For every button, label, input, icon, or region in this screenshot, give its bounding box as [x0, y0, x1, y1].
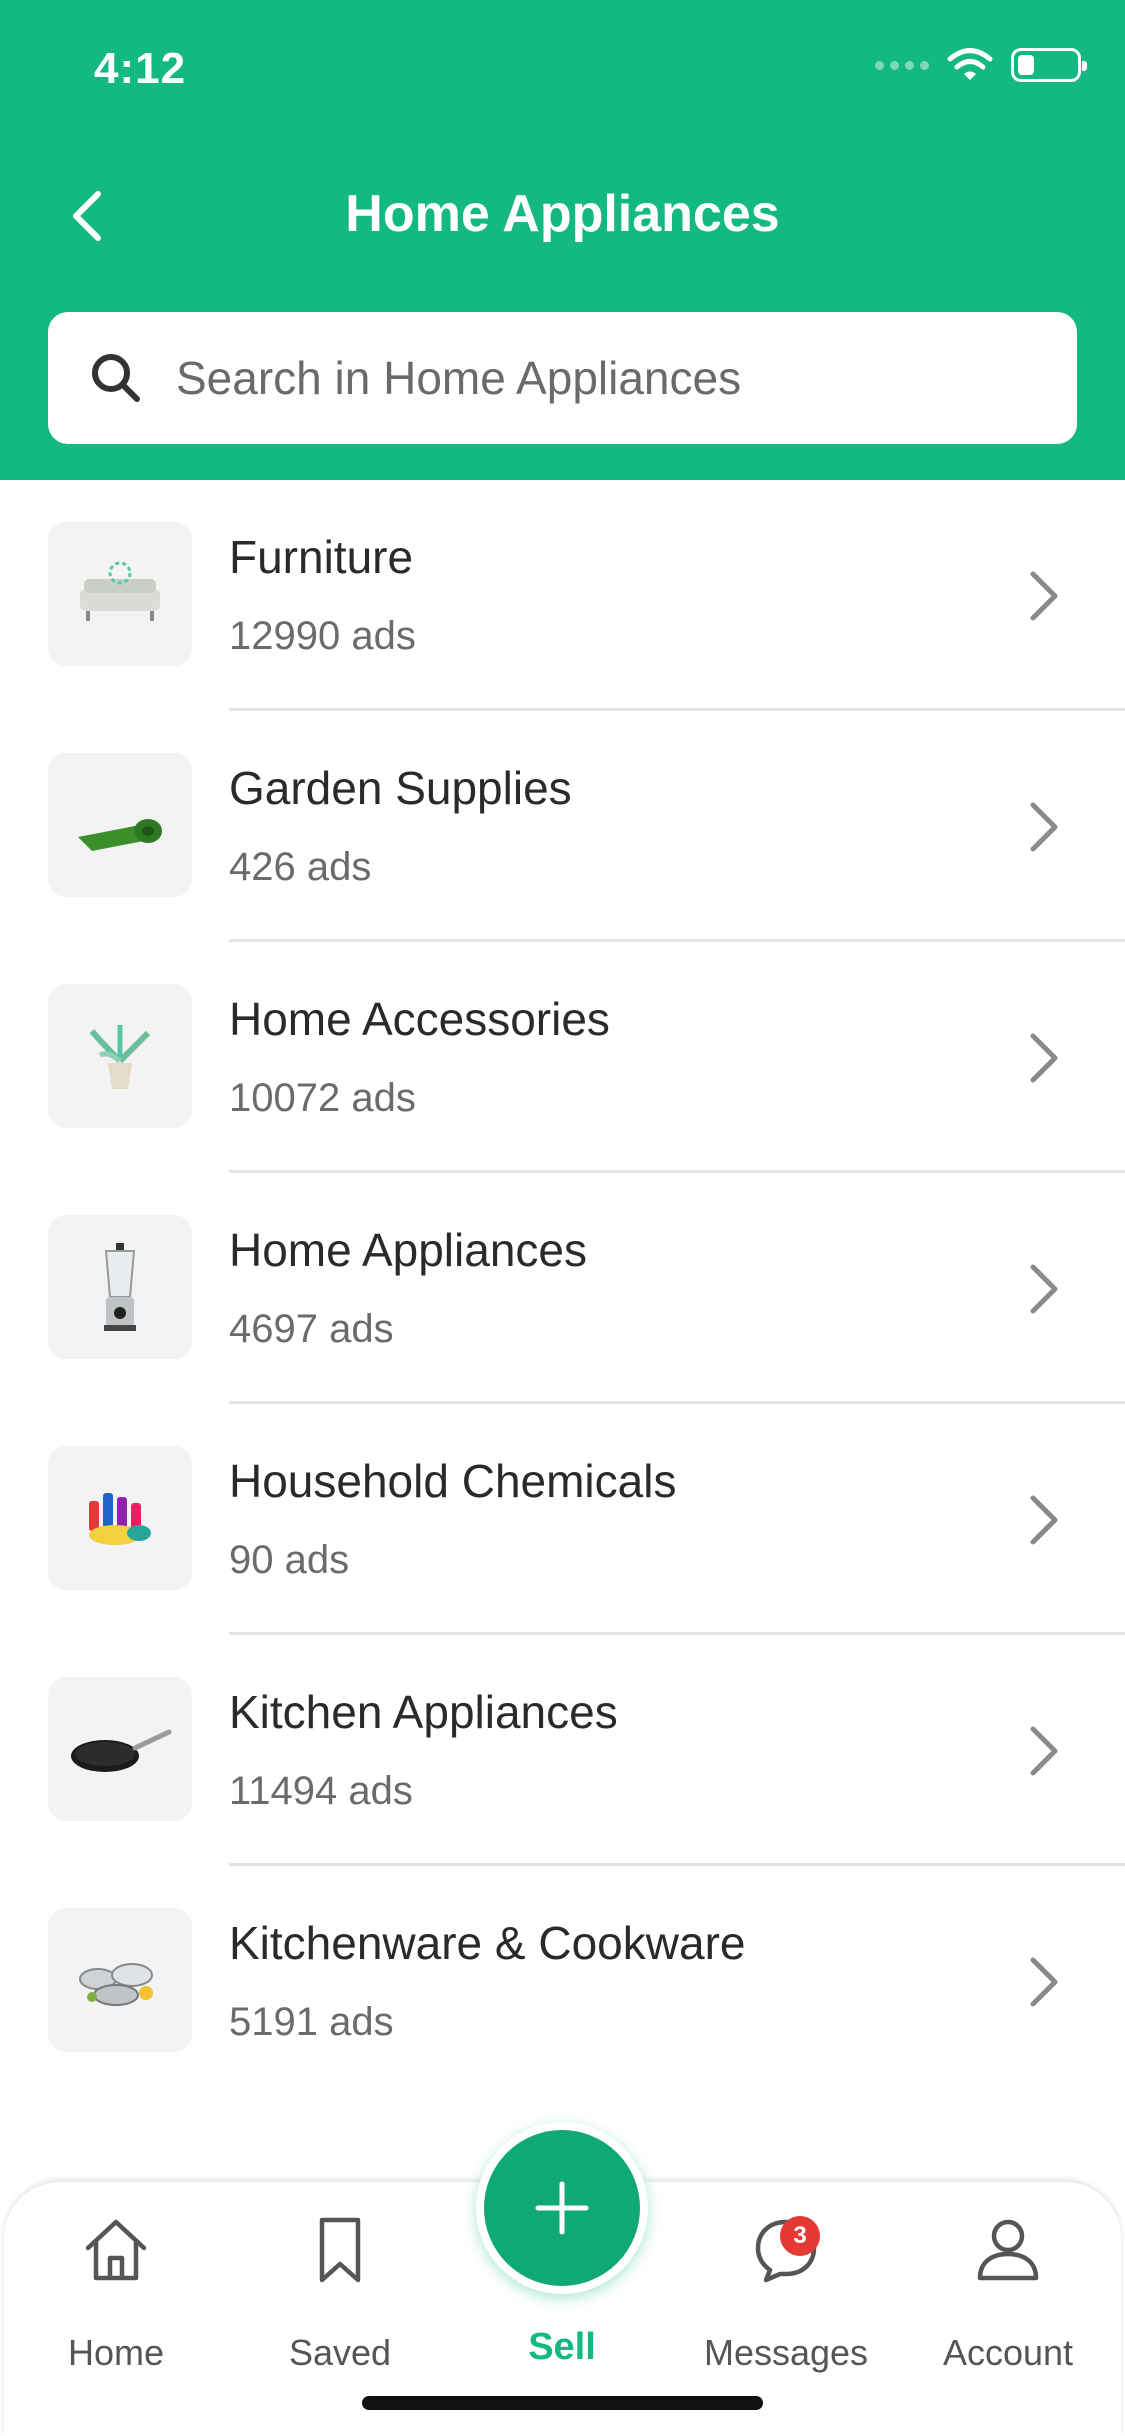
cellular-signal-icon — [875, 60, 929, 70]
category-row-home-appliances[interactable]: Home Appliances 4697 ads — [0, 1173, 1125, 1404]
category-title: Kitchenware & Cookware — [229, 1917, 746, 1969]
status-indicators — [875, 48, 1087, 82]
page-title: Home Appliances — [345, 185, 780, 243]
category-title: Home Accessories — [229, 993, 610, 1045]
category-count: 11494 ads — [229, 1769, 413, 1813]
chevron-right-icon — [1030, 571, 1058, 621]
category-title: Kitchen Appliances — [229, 1686, 618, 1738]
category-count: 10072 ads — [229, 1076, 416, 1120]
tab-label: Home — [67, 2332, 165, 2373]
chevron-right-icon — [1030, 1033, 1058, 1083]
plus-icon — [535, 2181, 589, 2235]
category-count: 4697 ads — [229, 1307, 394, 1351]
chat-bubble-icon: 3 — [746, 2210, 826, 2290]
wifi-icon — [947, 48, 993, 80]
app-header: 4:12 Home Appliances — [0, 0, 1125, 480]
chevron-right-icon — [1030, 1957, 1058, 2007]
sofa-thumbnail — [48, 522, 192, 666]
messages-badge: 3 — [780, 2216, 820, 2256]
chevron-right-icon — [1030, 802, 1058, 852]
sell-label: Sell — [528, 2326, 596, 2368]
sell-button[interactable] — [476, 2122, 648, 2294]
frying-pan-thumbnail — [48, 1677, 192, 1821]
category-count: 12990 ads — [229, 614, 416, 658]
category-title: Garden Supplies — [229, 762, 572, 814]
chevron-right-icon — [1030, 1495, 1058, 1545]
category-title: Furniture — [229, 531, 414, 583]
battery-icon — [1011, 48, 1087, 82]
status-time: 4:12 — [94, 44, 187, 93]
search-input[interactable] — [176, 351, 1056, 405]
tab-saved[interactable]: Saved — [240, 2210, 440, 2374]
category-title: Household Chemicals — [229, 1455, 677, 1507]
chevron-right-icon — [1030, 1726, 1058, 1776]
category-row-kitchenware-cookware[interactable]: Kitchenware & Cookware 5191 ads — [0, 1866, 1125, 2097]
cleaning-supplies-thumbnail — [48, 1446, 192, 1590]
category-row-home-accessories[interactable]: Home Accessories 10072 ads — [0, 942, 1125, 1173]
account-icon — [968, 2210, 1048, 2290]
plant-pot-thumbnail — [48, 984, 192, 1128]
tab-account[interactable]: Account — [908, 2210, 1108, 2374]
tab-home[interactable]: Home — [16, 2210, 216, 2374]
category-count: 426 ads — [229, 845, 372, 889]
chevron-right-icon — [1030, 1264, 1058, 1314]
category-title: Home Appliances — [229, 1224, 587, 1276]
search-icon — [86, 348, 146, 408]
category-row-household-chemicals[interactable]: Household Chemicals 90 ads — [0, 1404, 1125, 1635]
home-indicator — [362, 2396, 763, 2410]
cookware-set-thumbnail — [48, 1908, 192, 2052]
category-row-kitchen-appliances[interactable]: Kitchen Appliances 11494 ads — [0, 1635, 1125, 1866]
category-count: 5191 ads — [229, 2000, 394, 2044]
search-bar[interactable] — [48, 312, 1077, 444]
tab-label: Saved — [288, 2332, 392, 2373]
home-icon — [76, 2210, 156, 2290]
category-row-furniture[interactable]: Furniture 12990 ads — [0, 480, 1125, 711]
category-list: Furniture 12990 ads Garden Supplies 426 … — [0, 480, 1125, 2097]
bookmark-icon — [300, 2210, 380, 2290]
category-row-garden-supplies[interactable]: Garden Supplies 426 ads — [0, 711, 1125, 942]
tab-label: Messages — [703, 2332, 869, 2373]
tab-messages[interactable]: 3 Messages — [686, 2210, 886, 2374]
category-count: 90 ads — [229, 1538, 350, 1582]
blender-thumbnail — [48, 1215, 192, 1359]
tab-label: Account — [942, 2332, 1074, 2373]
grass-roll-thumbnail — [48, 753, 192, 897]
